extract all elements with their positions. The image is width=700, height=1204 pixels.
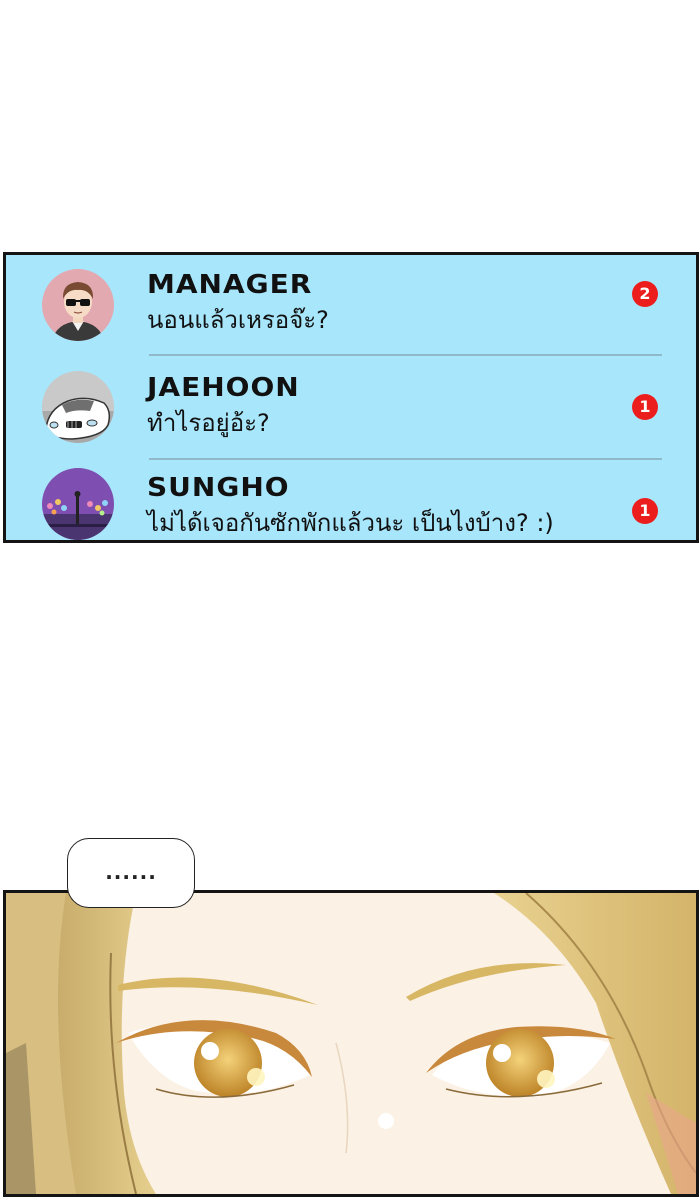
chat-item-manager[interactable]: MANAGER นอนแล้วเหรอจ๊ะ? 2 <box>6 255 696 355</box>
man-sunglasses-avatar-icon <box>42 269 114 341</box>
message-preview: ไม่ได้เจอกันซักพักแล้วนะ เป็นไงบ้าง? :) <box>147 509 554 537</box>
message-preview: ทำไรอยู่อ้ะ? <box>147 409 270 437</box>
chat-item-jaehoon[interactable]: JAEHOON ทำไรอยู่อ้ะ? 1 <box>6 356 696 456</box>
contact-name: MANAGER <box>147 269 313 300</box>
message-preview: นอนแล้วเหรอจ๊ะ? <box>147 306 329 334</box>
unread-badge: 1 <box>632 498 658 524</box>
unread-badge: 1 <box>632 394 658 420</box>
chat-list-panel: MANAGER นอนแล้วเหรอจ๊ะ? 2 JAEHOON ทำไรอย… <box>3 252 699 543</box>
white-car-avatar-icon <box>42 371 114 443</box>
contact-name: SUNGHO <box>147 472 290 503</box>
unread-badge: 2 <box>632 281 658 307</box>
woman-eyes-closeup-icon <box>3 890 699 1197</box>
contact-name: JAEHOON <box>147 372 300 403</box>
chat-item-sungho[interactable]: SUNGHO ไม่ได้เจอกันซักพักแล้วนะ เป็นไงบ้… <box>6 460 696 540</box>
night-lights-avatar-icon <box>42 468 114 540</box>
speech-bubble: ...... <box>67 838 195 908</box>
